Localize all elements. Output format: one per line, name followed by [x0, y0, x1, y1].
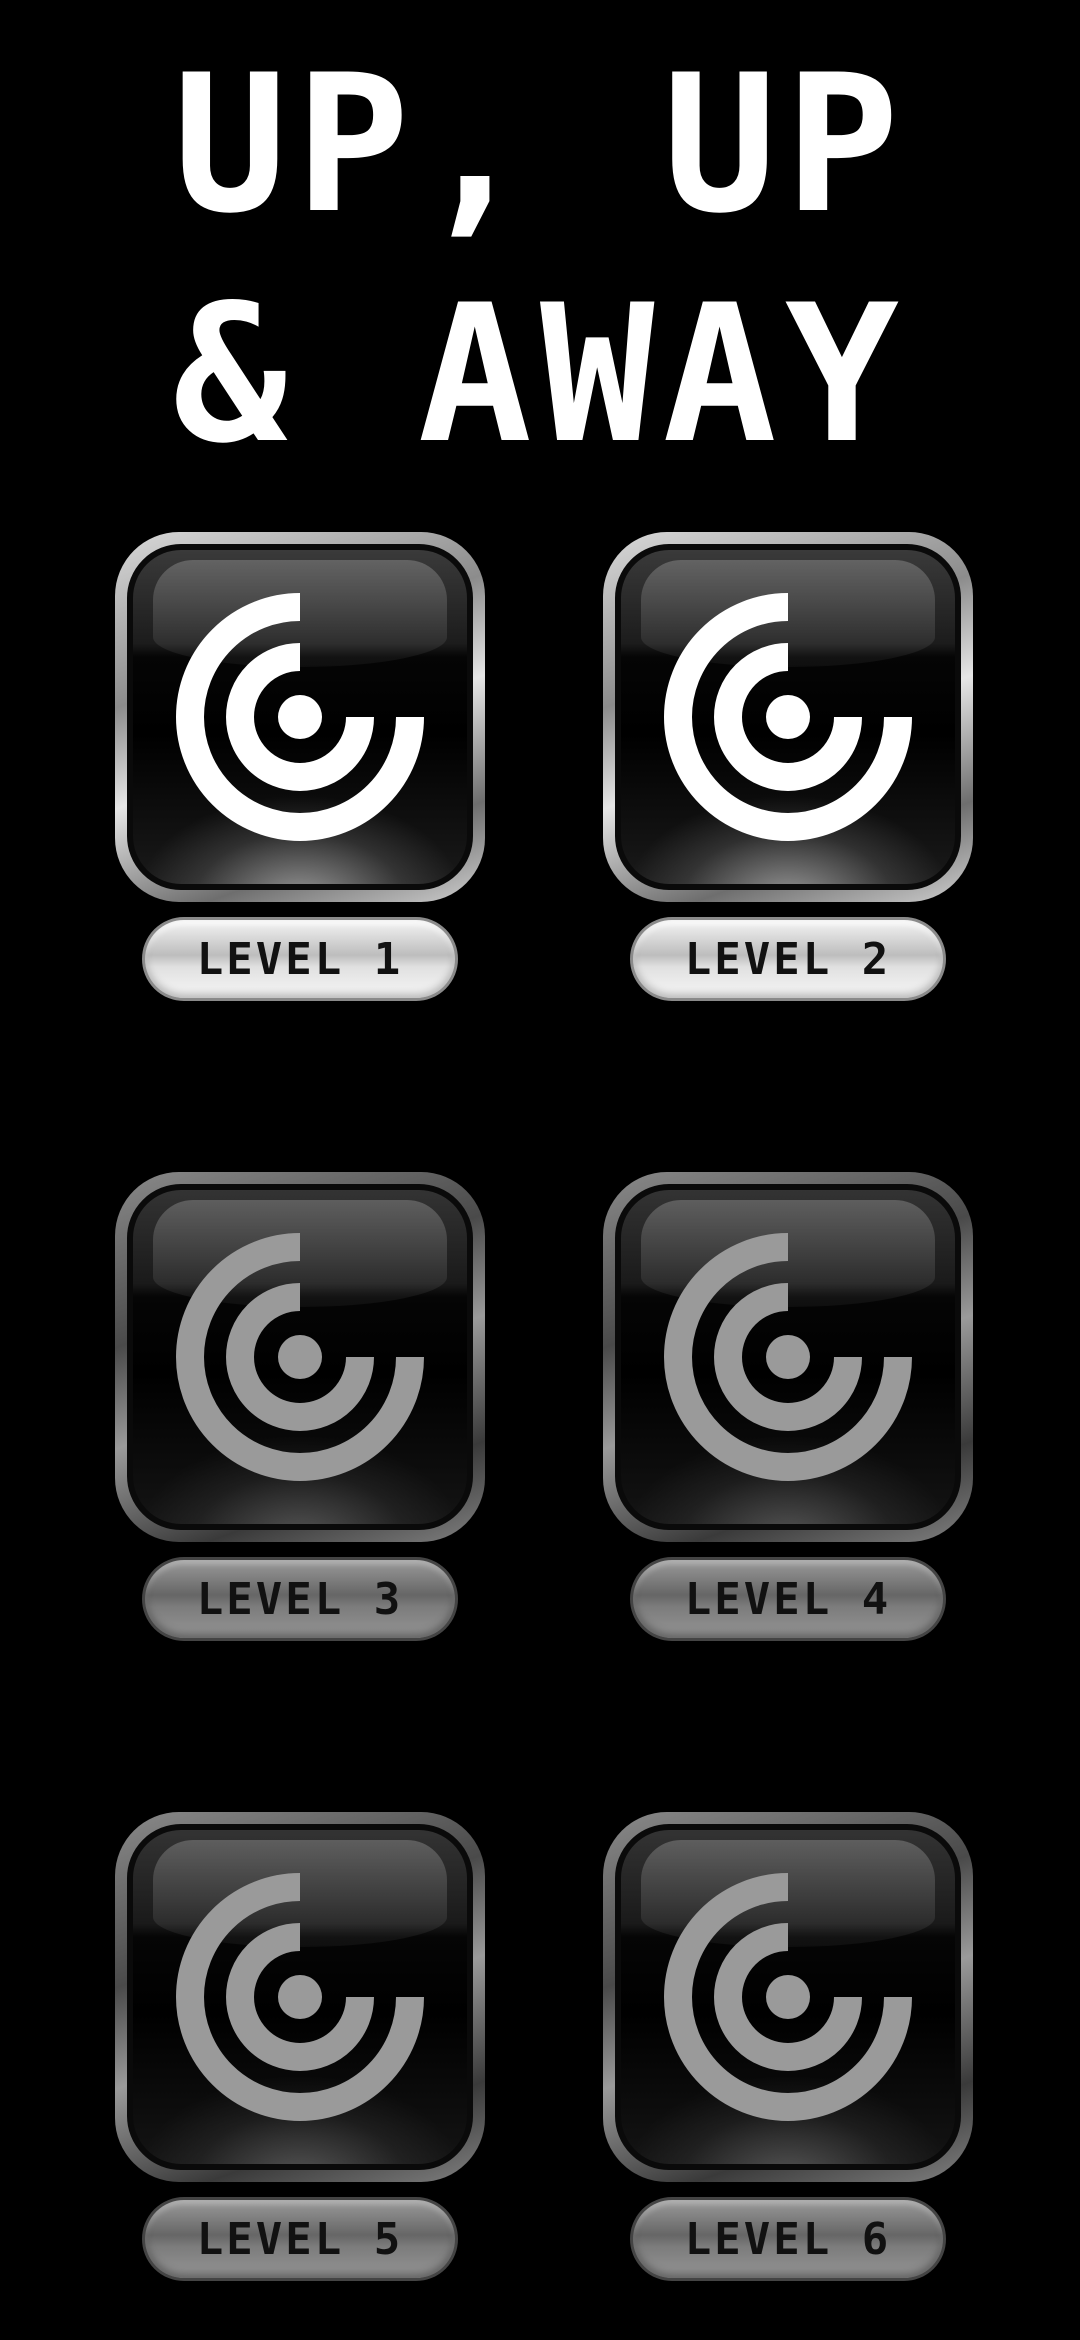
level-1-tile[interactable] — [115, 532, 485, 902]
level-3-badge[interactable]: LEVEL 3 — [142, 1557, 458, 1641]
level-5-badge[interactable]: LEVEL 5 — [142, 2197, 458, 2281]
level-5-button[interactable]: LEVEL 5 — [115, 1812, 485, 2292]
level-1-label: LEVEL 1 — [196, 933, 404, 985]
spiral-target-icon — [664, 593, 912, 841]
level-6-button[interactable]: LEVEL 6 — [603, 1812, 973, 2292]
game-title-line-1: UP, UP — [172, 34, 908, 255]
level-4-tile[interactable] — [603, 1172, 973, 1542]
level-4-label: LEVEL 4 — [684, 1573, 892, 1625]
level-2-tile[interactable] — [603, 532, 973, 902]
level-4-badge[interactable]: LEVEL 4 — [630, 1557, 946, 1641]
spiral-target-icon — [664, 1233, 912, 1481]
level-3-button[interactable]: LEVEL 3 — [115, 1172, 485, 1652]
spiral-target-icon — [176, 593, 424, 841]
level-2-button[interactable]: LEVEL 2 — [603, 532, 973, 1012]
level-2-label: LEVEL 2 — [684, 933, 892, 985]
level-5-tile[interactable] — [115, 1812, 485, 2182]
level-4-button[interactable]: LEVEL 4 — [603, 1172, 973, 1652]
level-2-badge[interactable]: LEVEL 2 — [630, 917, 946, 1001]
level-6-tile[interactable] — [603, 1812, 973, 2182]
game-title: UP, UP & AWAY — [0, 30, 1080, 490]
spiral-target-icon — [664, 1873, 912, 2121]
level-6-label: LEVEL 6 — [684, 2213, 892, 2265]
level-1-button[interactable]: LEVEL 1 — [115, 532, 485, 1012]
level-1-badge[interactable]: LEVEL 1 — [142, 917, 458, 1001]
level-6-badge[interactable]: LEVEL 6 — [630, 2197, 946, 2281]
spiral-target-icon — [176, 1873, 424, 2121]
game-title-line-2: & AWAY — [172, 264, 908, 485]
level-3-label: LEVEL 3 — [196, 1573, 404, 1625]
level-5-label: LEVEL 5 — [196, 2213, 404, 2265]
level-3-tile[interactable] — [115, 1172, 485, 1542]
spiral-target-icon — [176, 1233, 424, 1481]
